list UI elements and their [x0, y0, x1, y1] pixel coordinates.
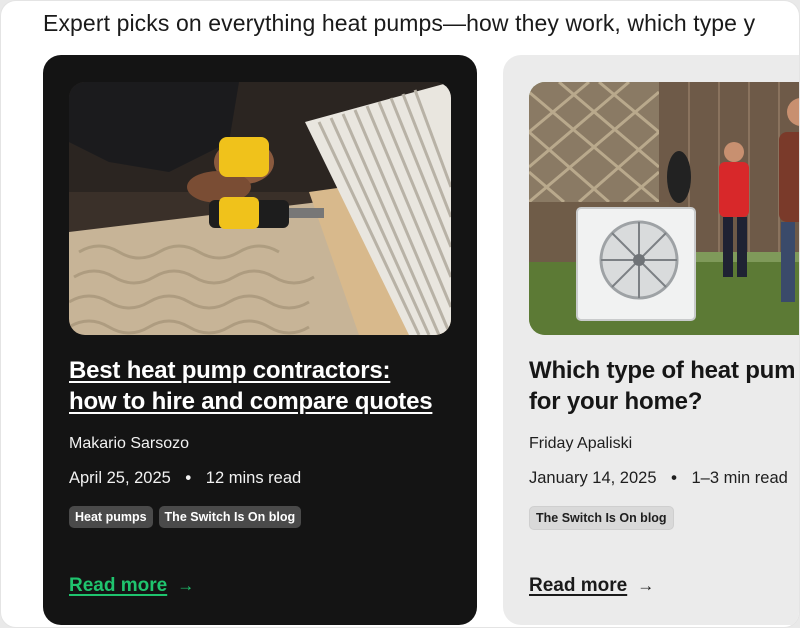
tag-switch-is-on-blog[interactable]: The Switch Is On blog [529, 506, 674, 530]
article-meta-1: April 25, 2025 • 12 mins read [69, 469, 301, 488]
article-title-2[interactable]: Which type of heat pum for your home? [529, 355, 799, 417]
heat-pump-installation-photo-icon [69, 82, 451, 335]
read-more-label-1[interactable]: Read more [69, 575, 167, 597]
article-tags-1: Heat pumps The Switch Is On blog [69, 506, 302, 528]
carousel-frame: Expert picks on everything heat pumps—ho… [0, 0, 800, 628]
article-card-1[interactable]: Best heat pump contractors: how to hire … [43, 55, 477, 625]
article-image-1[interactable] [69, 82, 451, 335]
article-title-1[interactable]: Best heat pump contractors: how to hire … [69, 355, 469, 417]
meta-separator-1: • [185, 469, 192, 487]
arrow-right-icon: → [177, 576, 195, 595]
article-read-time-1: 12 mins read [205, 469, 302, 487]
article-image-2[interactable] [529, 82, 799, 335]
article-tags-2: The Switch Is On blog [529, 506, 674, 530]
article-read-time-2: 1–3 min read [691, 469, 788, 487]
tag-switch-is-on-blog[interactable]: The Switch Is On blog [158, 506, 302, 528]
article-meta-2: January 14, 2025 • 1–3 min read [529, 469, 788, 488]
arrow-right-icon: → [637, 576, 655, 595]
article-date-1: April 25, 2025 [69, 469, 171, 487]
article-date-2: January 14, 2025 [529, 469, 657, 487]
article-title-2-line-2[interactable]: for your home? [529, 386, 799, 417]
article-title-2-line-1[interactable]: Which type of heat pum [529, 355, 799, 386]
outdoor-heat-pump-family-photo-icon [529, 82, 799, 335]
section-intro-text: Expert picks on everything heat pumps—ho… [43, 10, 756, 36]
tag-heat-pumps[interactable]: Heat pumps [69, 506, 153, 528]
read-more-link-1[interactable]: Read more → [69, 575, 194, 597]
article-author-1: Makario Sarsozo [69, 435, 190, 452]
read-more-label-2[interactable]: Read more [529, 575, 627, 597]
read-more-link-2[interactable]: Read more → [529, 575, 654, 597]
article-author-2: Friday Apaliski [529, 435, 633, 452]
article-title-1-line-2[interactable]: how to hire and compare quotes [69, 386, 469, 417]
meta-separator-2: • [671, 469, 677, 487]
article-card-2[interactable]: Which type of heat pum for your home? Fr… [503, 55, 799, 625]
article-title-1-line-1[interactable]: Best heat pump contractors: [69, 355, 469, 386]
